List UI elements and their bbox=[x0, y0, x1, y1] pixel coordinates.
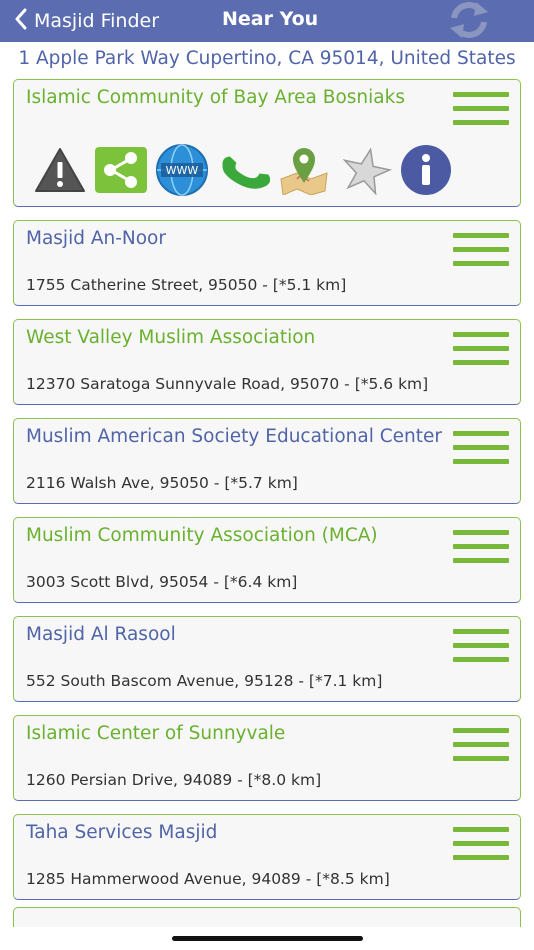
masjid-card-partial[interactable] bbox=[13, 907, 521, 927]
masjid-name: West Valley Muslim Association bbox=[26, 327, 316, 348]
selected-masjid-card[interactable]: Islamic Community of Bay Area Bosniaks W… bbox=[13, 79, 521, 207]
menu-icon[interactable] bbox=[453, 827, 509, 861]
masjid-card[interactable]: Muslim American Society Educational Cent… bbox=[13, 418, 521, 504]
masjid-card[interactable]: Masjid Al Rasool 552 South Bascom Avenue… bbox=[13, 616, 521, 702]
menu-icon[interactable] bbox=[453, 728, 509, 762]
masjid-name: Masjid Al Rasool bbox=[26, 624, 176, 645]
masjid-card[interactable]: Taha Services Masjid 1285 Hammerwood Ave… bbox=[13, 814, 521, 900]
info-icon[interactable] bbox=[398, 142, 454, 198]
phone-icon[interactable] bbox=[215, 142, 271, 198]
menu-icon[interactable] bbox=[453, 530, 509, 564]
menu-icon[interactable] bbox=[453, 431, 509, 465]
menu-icon[interactable] bbox=[453, 233, 509, 267]
masjid-address: 1755 Catherine Street, 95050 - [*5.1 km] bbox=[26, 276, 347, 294]
home-indicator[interactable] bbox=[172, 936, 363, 941]
masjid-name: Muslim Community Association (MCA) bbox=[26, 525, 378, 546]
masjid-name: Masjid An-Noor bbox=[26, 228, 166, 249]
action-toolbar: WWW bbox=[32, 142, 459, 198]
page-title: Near You bbox=[222, 8, 319, 30]
menu-icon[interactable] bbox=[453, 92, 509, 126]
menu-icon[interactable] bbox=[453, 332, 509, 366]
navigation-bar: Masjid Finder Near You bbox=[0, 0, 534, 42]
chevron-left-icon bbox=[14, 8, 28, 34]
masjid-address: 12370 Saratoga Sunnyvale Road, 95070 - [… bbox=[26, 375, 429, 393]
warning-icon[interactable] bbox=[32, 142, 88, 198]
svg-text:WWW: WWW bbox=[166, 164, 199, 177]
menu-icon[interactable] bbox=[453, 629, 509, 663]
map-pin-icon[interactable] bbox=[276, 142, 332, 198]
masjid-address: 2116 Walsh Ave, 95050 - [*5.7 km] bbox=[26, 474, 298, 492]
website-icon[interactable]: WWW bbox=[154, 142, 210, 198]
masjid-name: Islamic Center of Sunnyvale bbox=[26, 723, 286, 744]
masjid-card[interactable]: Muslim Community Association (MCA) 3003 … bbox=[13, 517, 521, 603]
masjid-list: Islamic Community of Bay Area Bosniaks W… bbox=[13, 79, 521, 913]
back-label: Masjid Finder bbox=[34, 10, 160, 32]
masjid-address: 3003 Scott Blvd, 95054 - [*6.4 km] bbox=[26, 573, 298, 591]
masjid-address: 1260 Persian Drive, 94089 - [*8.0 km] bbox=[26, 771, 322, 789]
favorite-star-icon[interactable] bbox=[337, 142, 393, 198]
masjid-name: Taha Services Masjid bbox=[26, 822, 218, 843]
masjid-card[interactable]: Islamic Center of Sunnyvale 1260 Persian… bbox=[13, 715, 521, 801]
masjid-name: Islamic Community of Bay Area Bosniaks bbox=[26, 87, 405, 108]
back-button[interactable]: Masjid Finder bbox=[14, 7, 159, 35]
masjid-name: Muslim American Society Educational Cent… bbox=[26, 426, 442, 447]
masjid-card[interactable]: West Valley Muslim Association 12370 Sar… bbox=[13, 319, 521, 405]
refresh-icon[interactable] bbox=[446, 0, 492, 40]
share-icon[interactable] bbox=[93, 142, 149, 198]
masjid-card[interactable]: Masjid An-Noor 1755 Catherine Street, 95… bbox=[13, 220, 521, 306]
masjid-address: 1285 Hammerwood Avenue, 94089 - [*8.5 km… bbox=[26, 870, 390, 888]
masjid-address: 552 South Bascom Avenue, 95128 - [*7.1 k… bbox=[26, 672, 383, 690]
current-location-address: 1 Apple Park Way Cupertino, CA 95014, Un… bbox=[18, 48, 516, 69]
